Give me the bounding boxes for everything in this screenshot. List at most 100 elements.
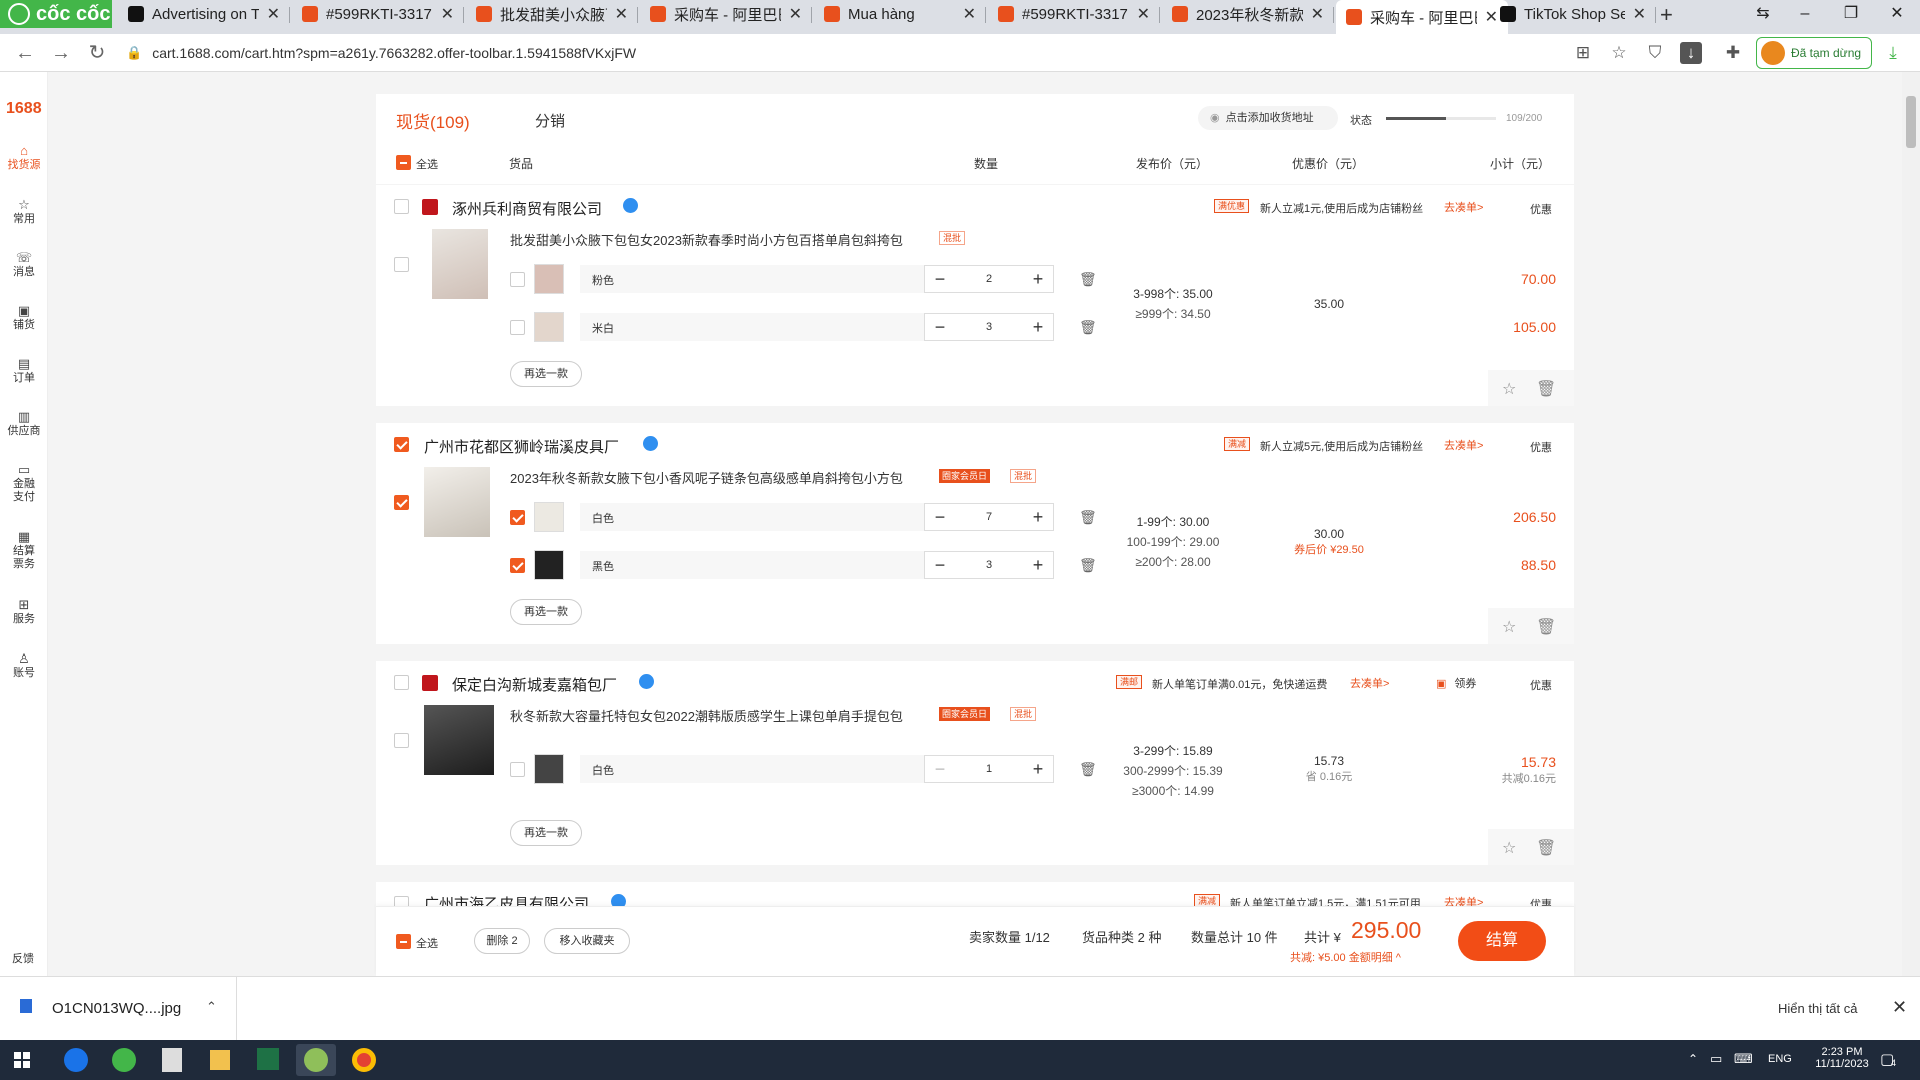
favorite-star-icon[interactable]: ☆ bbox=[1502, 379, 1516, 399]
delete-trash-icon[interactable]: 🗑 bbox=[1536, 838, 1556, 858]
tab-instock[interactable]: 现货(109) bbox=[396, 108, 470, 133]
select-another-button[interactable]: 再选一款 bbox=[510, 599, 582, 625]
trash-icon[interactable]: 🗑 bbox=[1079, 271, 1097, 287]
close-download-bar-icon[interactable]: ✕ bbox=[1892, 997, 1907, 1018]
promo-link[interactable]: 去凑单> bbox=[1444, 437, 1483, 453]
shop-checkbox[interactable] bbox=[394, 199, 409, 214]
minimize-icon[interactable]: – bbox=[1782, 0, 1828, 28]
tab-search-icon[interactable]: ⇆ bbox=[1740, 0, 1786, 28]
shop-name[interactable]: 广州市海乙皮具有限公司 bbox=[424, 893, 589, 906]
url-field[interactable]: 🔒 cart.1688.com/cart.htm?spm=a261y.76632… bbox=[126, 38, 1556, 68]
sku-checkbox[interactable] bbox=[510, 762, 525, 777]
youhui-label[interactable]: 优惠 bbox=[1530, 439, 1552, 455]
increase-button[interactable]: + bbox=[1023, 314, 1053, 340]
chevron-up-icon[interactable]: ⌃ bbox=[206, 999, 217, 1015]
sku-thumbnail[interactable] bbox=[534, 550, 564, 580]
checkout-button[interactable]: 结算 bbox=[1458, 921, 1546, 961]
profile-paused-button[interactable]: Đã tạm dừng bbox=[1756, 37, 1872, 69]
shop-checkbox[interactable] bbox=[394, 437, 409, 452]
browser-tab[interactable]: TikTok Shop Selle ✕ bbox=[1490, 0, 1656, 28]
product-image[interactable] bbox=[424, 705, 494, 775]
quantity-value[interactable]: 7 bbox=[955, 504, 1023, 530]
amount-detail-link[interactable]: 共减: ¥5.00 金额明细 ^ bbox=[1290, 949, 1401, 965]
download-arrow-icon[interactable]: ↓ bbox=[1680, 42, 1702, 64]
increase-button[interactable]: + bbox=[1023, 504, 1053, 530]
product-title[interactable]: 2023年秋冬新款女腋下包小香风呢子链条包高级感单肩斜挎包小方包 bbox=[510, 468, 903, 487]
tab-close-icon[interactable]: ✕ bbox=[441, 4, 454, 24]
sidebar-item[interactable]: ▭ 金融 支付 bbox=[0, 463, 48, 504]
shop-checkbox[interactable] bbox=[394, 896, 409, 906]
trash-icon[interactable]: 🗑 bbox=[1079, 319, 1097, 335]
browser-tab[interactable]: #599RKTI-3317 ✕ bbox=[292, 0, 464, 28]
tab-close-icon[interactable]: ✕ bbox=[789, 4, 802, 24]
shop-checkbox[interactable] bbox=[394, 675, 409, 690]
sku-checkbox[interactable] bbox=[510, 272, 525, 287]
browser-tab[interactable]: Advertising on Tik ✕ bbox=[118, 0, 290, 28]
select-all-checkbox[interactable] bbox=[396, 155, 411, 170]
translate-icon[interactable]: ⊞ bbox=[1572, 42, 1594, 64]
shop-name[interactable]: 涿州兵利商贸有限公司 bbox=[452, 198, 602, 219]
trash-icon[interactable]: 🗑 bbox=[1079, 509, 1097, 525]
shop-name[interactable]: 广州市花都区狮岭瑞溪皮具厂 bbox=[424, 436, 619, 457]
product-image[interactable] bbox=[432, 229, 488, 299]
quantity-value[interactable]: 3 bbox=[955, 552, 1023, 578]
increase-button[interactable]: + bbox=[1023, 552, 1053, 578]
promo-link[interactable]: 去凑单> bbox=[1444, 894, 1483, 906]
sidebar-item[interactable]: ▣ 铺货 bbox=[0, 304, 48, 332]
close-window-icon[interactable]: ✕ bbox=[1874, 0, 1920, 28]
download-icon[interactable]: ⤓ bbox=[1882, 42, 1904, 64]
sidebar-item[interactable]: ▥ 供应商 bbox=[0, 410, 48, 438]
browser-tab[interactable]: Mua hàng ✕ bbox=[814, 0, 986, 28]
maximize-icon[interactable]: ❐ bbox=[1828, 0, 1874, 28]
keyboard-icon[interactable]: ⌨ bbox=[1734, 1051, 1753, 1067]
product-checkbox[interactable] bbox=[394, 733, 409, 748]
sku-checkbox[interactable] bbox=[510, 558, 525, 573]
page-scrollbar[interactable] bbox=[1902, 72, 1920, 976]
quantity-value[interactable]: 3 bbox=[955, 314, 1023, 340]
quantity-value[interactable]: 2 bbox=[955, 266, 1023, 292]
clock[interactable]: 2:23 PM 11/11/2023 bbox=[1814, 1046, 1870, 1070]
tab-close-icon[interactable]: ✕ bbox=[963, 4, 976, 24]
chat-icon[interactable] bbox=[643, 436, 658, 451]
trash-icon[interactable]: 🗑 bbox=[1079, 761, 1097, 777]
favorite-star-icon[interactable]: ☆ bbox=[1502, 838, 1516, 858]
forward-icon[interactable]: → bbox=[46, 38, 76, 68]
new-tab-plus-icon[interactable]: + bbox=[1660, 2, 1673, 28]
download-file-name[interactable]: O1CN013WQ....jpg bbox=[52, 1000, 181, 1017]
tab-close-icon[interactable]: ✕ bbox=[267, 4, 280, 24]
sidebar-item[interactable]: ⊞ 服务 bbox=[0, 598, 48, 626]
favorite-star-icon[interactable]: ☆ bbox=[1502, 617, 1516, 637]
sku-checkbox[interactable] bbox=[510, 510, 525, 525]
select-another-button[interactable]: 再选一款 bbox=[510, 361, 582, 387]
youhui-label[interactable]: 优惠 bbox=[1530, 201, 1552, 217]
tab-close-icon[interactable]: ✕ bbox=[1137, 4, 1150, 24]
youhui-label[interactable]: 优惠 bbox=[1530, 677, 1552, 693]
increase-button[interactable]: + bbox=[1023, 756, 1053, 782]
network-icon[interactable]: ▭ bbox=[1710, 1051, 1722, 1067]
tab-distribution[interactable]: 分销 bbox=[535, 110, 565, 131]
tab-close-icon[interactable]: ✕ bbox=[1311, 4, 1324, 24]
shield-icon[interactable]: ⛉ bbox=[1644, 42, 1666, 64]
scrollbar-thumb[interactable] bbox=[1906, 96, 1916, 148]
site-logo[interactable]: 1688 bbox=[6, 100, 42, 118]
decrease-button[interactable]: − bbox=[925, 552, 955, 578]
back-icon[interactable]: ← bbox=[10, 38, 40, 68]
feedback-link[interactable]: 反馈 bbox=[12, 950, 34, 966]
sidebar-item[interactable]: ▤ 订单 bbox=[0, 357, 48, 385]
sku-thumbnail[interactable] bbox=[534, 312, 564, 342]
decrease-button[interactable]: − bbox=[925, 504, 955, 530]
product-title[interactable]: 秋冬新款大容量托特包女包2022潮韩版质感学生上课包单肩手提包包 bbox=[510, 706, 903, 725]
browser-brand[interactable]: cốc cốc bbox=[0, 0, 112, 28]
calculator-app-icon[interactable] bbox=[152, 1044, 192, 1076]
select-another-button[interactable]: 再选一款 bbox=[510, 820, 582, 846]
zalo-app-icon[interactable] bbox=[56, 1044, 96, 1076]
move-to-favorites-button[interactable]: 移入收藏夹 bbox=[544, 928, 630, 954]
add-address-button[interactable]: ◉ 点击添加收货地址 bbox=[1198, 106, 1338, 130]
language-indicator[interactable]: ENG bbox=[1768, 1053, 1792, 1065]
browser-tab[interactable]: 批发甜美小众腋下 ✕ bbox=[466, 0, 638, 28]
sku-thumbnail[interactable] bbox=[534, 754, 564, 784]
excel-app-icon[interactable] bbox=[248, 1044, 288, 1076]
product-checkbox[interactable] bbox=[394, 495, 409, 510]
coccoc-active-app-icon[interactable] bbox=[296, 1044, 336, 1076]
windows-start-icon[interactable] bbox=[14, 1052, 30, 1068]
